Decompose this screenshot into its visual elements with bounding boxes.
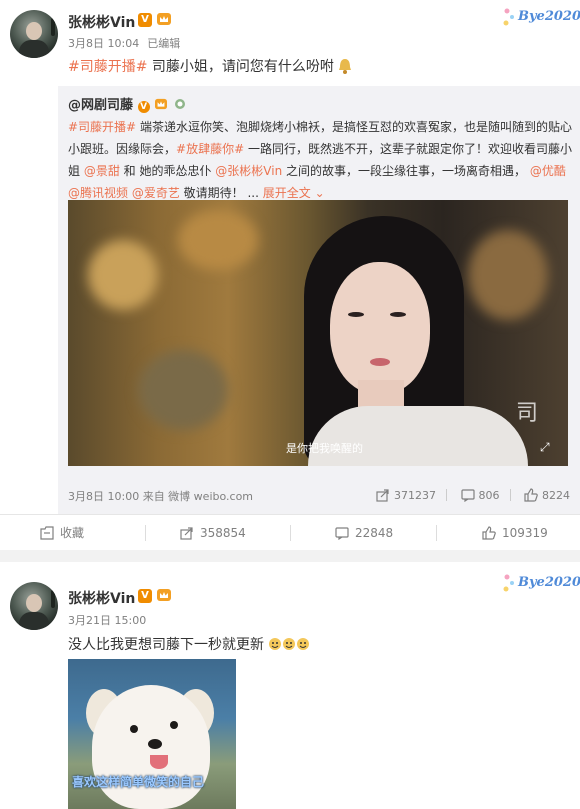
- post-text: #司藤开播# 司藤小姐，请问您有什么吩咐: [68, 56, 352, 76]
- mention-link[interactable]: @张彬彬Vin: [215, 164, 282, 178]
- comment-icon: [335, 527, 349, 541]
- like-icon: [482, 526, 496, 540]
- post-body: 没人比我更想司藤下一秒就更新: [68, 637, 264, 653]
- post-meta: 3月21日 15:00: [68, 612, 154, 628]
- crown-icon: [155, 98, 168, 110]
- bye2020-sticker: Bye2020: [498, 570, 580, 598]
- like-icon: [524, 488, 538, 502]
- crown-icon: [157, 589, 171, 601]
- forward-button[interactable]: 358854: [180, 515, 246, 551]
- hashtag-link[interactable]: #放肆藤你#: [176, 142, 244, 156]
- forward-icon: [376, 489, 389, 502]
- weibo-post-1: 张彬彬Vin V 3月8日 10:04 已编辑 Bye2020 #司藤开播# 司藤…: [0, 0, 580, 550]
- repost-footer[interactable]: 3月8日 10:00 来自 微博 weibo.com: [68, 488, 253, 504]
- mention-link[interactable]: @爱奇艺: [132, 186, 180, 200]
- post-time[interactable]: 3月8日 10:04: [68, 37, 139, 50]
- mention-link[interactable]: @优酷: [530, 164, 566, 178]
- verified-icon: V: [138, 13, 152, 27]
- like-button[interactable]: 109319: [482, 515, 548, 551]
- hashtag-link[interactable]: #司藤开播#: [68, 120, 136, 134]
- mention-link[interactable]: @景甜: [84, 164, 120, 178]
- video-player[interactable]: 是你把我唤醒的 司 ⤢: [68, 200, 568, 466]
- fullscreen-icon[interactable]: ⤢: [540, 440, 554, 454]
- dog-emoji-icon: [297, 638, 310, 650]
- verified-icon: V: [138, 589, 152, 603]
- post-meta: 3月8日 10:04 已编辑: [68, 35, 188, 51]
- post-image[interactable]: 喜欢这样简单微笑的自己: [68, 659, 236, 809]
- post-time[interactable]: 3月21日 15:00: [68, 614, 146, 627]
- repost-author[interactable]: @网剧司藤 V: [68, 94, 187, 113]
- video-watermark: 司: [516, 401, 539, 426]
- forward-icon: [180, 527, 193, 540]
- verified-icon: V: [137, 101, 150, 113]
- action-bar: 收藏 358854 22848 109319: [0, 514, 580, 550]
- comment-icon: [460, 489, 475, 502]
- collect-icon: [40, 526, 54, 540]
- image-caption: 喜欢这样简单微笑的自己: [72, 775, 205, 789]
- edited-label: 已编辑: [147, 37, 181, 50]
- username[interactable]: 张彬彬Vin: [68, 12, 135, 32]
- dog-emoji-icon: [283, 638, 296, 650]
- bye2020-sticker: Bye2020: [498, 4, 580, 32]
- badge-icon: [174, 99, 185, 109]
- dog-emoji-icon: [269, 638, 282, 650]
- bell-icon: [339, 59, 352, 74]
- repost-card: @网剧司藤 V #司藤开播# 端茶递水逗你笑、泡脚烧烤小棉袄，是搞怪互怼的欢喜冤…: [58, 86, 580, 514]
- repost-forward[interactable]: 371237: [376, 488, 436, 502]
- repost-like[interactable]: 8224: [524, 488, 570, 502]
- avatar[interactable]: [10, 582, 58, 630]
- collect-button[interactable]: 收藏: [40, 515, 84, 551]
- username[interactable]: 张彬彬Vin: [68, 588, 135, 608]
- repost-stats: 371237 806 8224: [366, 488, 570, 502]
- repost-comment[interactable]: 806: [460, 488, 500, 502]
- avatar[interactable]: [10, 10, 58, 58]
- mention-link[interactable]: @腾讯视频: [68, 186, 128, 200]
- crown-icon: [157, 13, 171, 25]
- post-body: 司藤小姐，请问您有什么吩咐: [147, 59, 334, 75]
- video-subtitle: 是你把我唤醒的: [286, 442, 363, 455]
- expand-link[interactable]: 展开全文 ⌄: [263, 186, 325, 200]
- hashtag-link[interactable]: #司藤开播#: [68, 59, 147, 75]
- repost-text: #司藤开播# 端茶递水逗你笑、泡脚烧烤小棉袄，是搞怪互怼的欢喜冤家，也是随叫随到…: [68, 120, 572, 200]
- post-text: 没人比我更想司藤下一秒就更新: [68, 634, 310, 654]
- comment-button[interactable]: 22848: [335, 515, 393, 551]
